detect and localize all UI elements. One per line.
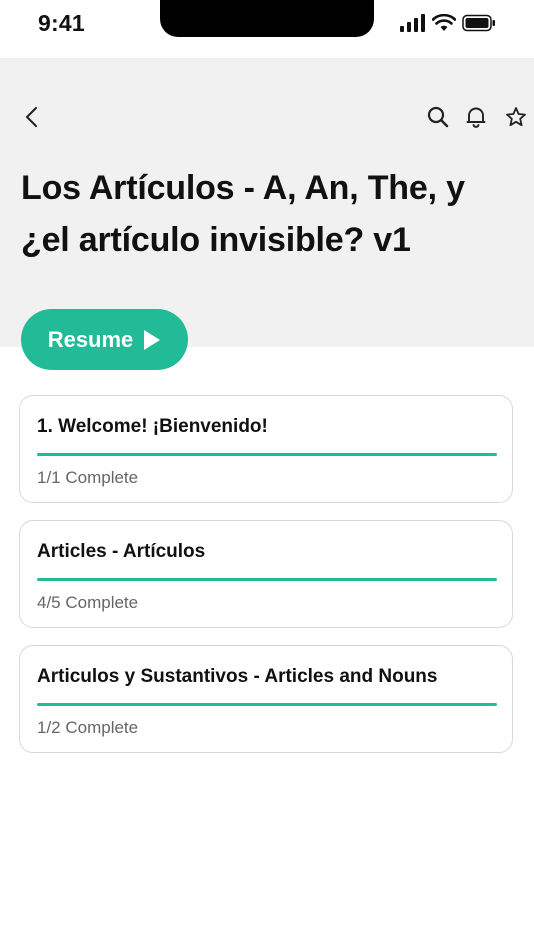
- status-icons: [400, 14, 496, 32]
- notifications-button[interactable]: [464, 105, 488, 129]
- status-bar: 9:41: [0, 0, 534, 58]
- lesson-progress-bar: [37, 703, 497, 706]
- lesson-card[interactable]: 1. Welcome! ¡Bienvenido! 1/1 Complete: [19, 395, 513, 503]
- wifi-icon: [432, 14, 456, 31]
- bell-icon: [466, 107, 486, 128]
- play-icon: [144, 329, 161, 350]
- star-icon: [506, 107, 526, 127]
- lesson-progress-bar: [37, 453, 497, 456]
- lesson-progress-fill: [37, 578, 497, 581]
- lesson-progress-fill: [37, 703, 497, 706]
- favorite-button[interactable]: [504, 105, 528, 129]
- cellular-signal-icon: [400, 14, 425, 32]
- lesson-status: 1/2 Complete: [37, 718, 139, 737]
- lesson-title: Articulos y Sustantivos - Articles and N…: [37, 666, 438, 687]
- search-button[interactable]: [426, 105, 450, 129]
- resume-button[interactable]: Resume: [21, 309, 188, 370]
- lesson-status: 4/5 Complete: [37, 593, 139, 612]
- resume-label: Resume: [47, 326, 134, 352]
- lesson-progress-bar: [37, 578, 497, 581]
- lesson-title: 1. Welcome! ¡Bienvenido!: [37, 416, 268, 437]
- lesson-card[interactable]: Articles - Artículos 4/5 Complete: [19, 520, 513, 628]
- device-notch: [160, 0, 374, 37]
- course-header: Los Artículos - A, An, The, y ¿el artícu…: [0, 58, 534, 347]
- back-chevron-icon: [26, 107, 37, 127]
- lesson-status: 1/1 Complete: [37, 468, 139, 487]
- battery-icon: [462, 14, 495, 32]
- status-time: 9:41: [38, 10, 85, 36]
- back-button[interactable]: [20, 105, 44, 129]
- lesson-card[interactable]: Articulos y Sustantivos - Articles and N…: [19, 645, 513, 753]
- search-icon: [427, 106, 449, 128]
- lesson-title: Articles - Artículos: [37, 541, 206, 562]
- page-title: Los Artículos - A, An, The, y ¿el artícu…: [21, 169, 465, 259]
- lesson-progress-fill: [37, 453, 497, 456]
